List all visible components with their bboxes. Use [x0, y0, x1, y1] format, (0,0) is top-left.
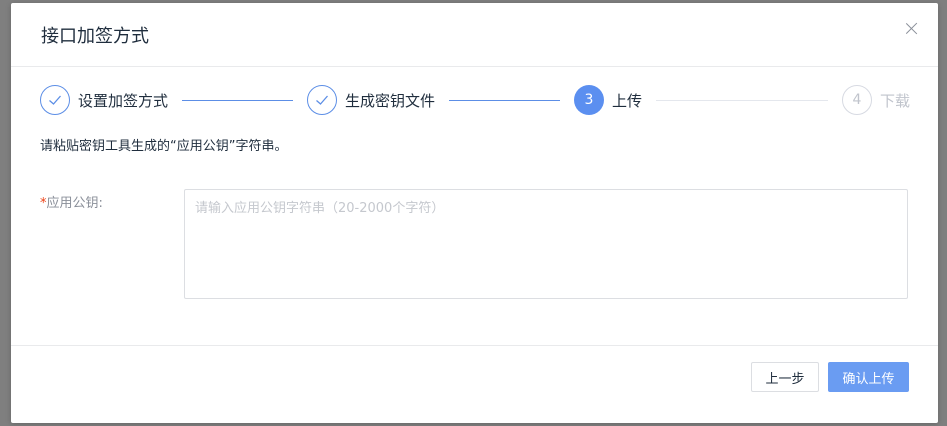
step-connector-2 [449, 100, 560, 101]
step-3-label: 上传 [612, 91, 643, 110]
dialog-title: 接口加签方式 [41, 26, 149, 47]
step-connector-3 [656, 100, 828, 101]
step-1-label: 设置加签方式 [78, 91, 169, 110]
upload-key-dialog: 接口加签方式 设置加签方式 生成密钥文件 3 上传 4 下载 请粘贴密钥工具生成… [11, 3, 938, 423]
step-4-label: 下载 [880, 91, 911, 110]
step-connector-1 [182, 100, 293, 101]
public-key-input[interactable] [184, 189, 908, 299]
check-icon [40, 85, 70, 115]
steps-bar: 设置加签方式 生成密钥文件 3 上传 4 下载 [40, 84, 910, 116]
dialog-footer: 上一步 确认上传 [11, 345, 938, 426]
step-4-number: 4 [842, 85, 872, 115]
previous-step-button[interactable]: 上一步 [751, 362, 819, 392]
step-1: 设置加签方式 [40, 84, 168, 116]
check-icon [307, 85, 337, 115]
public-key-label-text: 应用公钥: [46, 196, 103, 211]
public-key-label: *应用公钥: [40, 192, 103, 211]
step-3-number: 3 [574, 85, 604, 115]
close-icon[interactable] [902, 19, 922, 39]
step-4: 4 下载 [842, 84, 910, 116]
instruction-text: 请粘贴密钥工具生成的“应用公钥”字符串。 [40, 139, 288, 154]
step-2-label: 生成密钥文件 [345, 91, 436, 110]
step-3: 3 上传 [574, 84, 642, 116]
dialog-header: 接口加签方式 [11, 3, 938, 67]
confirm-upload-button[interactable]: 确认上传 [828, 362, 909, 392]
step-2: 生成密钥文件 [307, 84, 435, 116]
